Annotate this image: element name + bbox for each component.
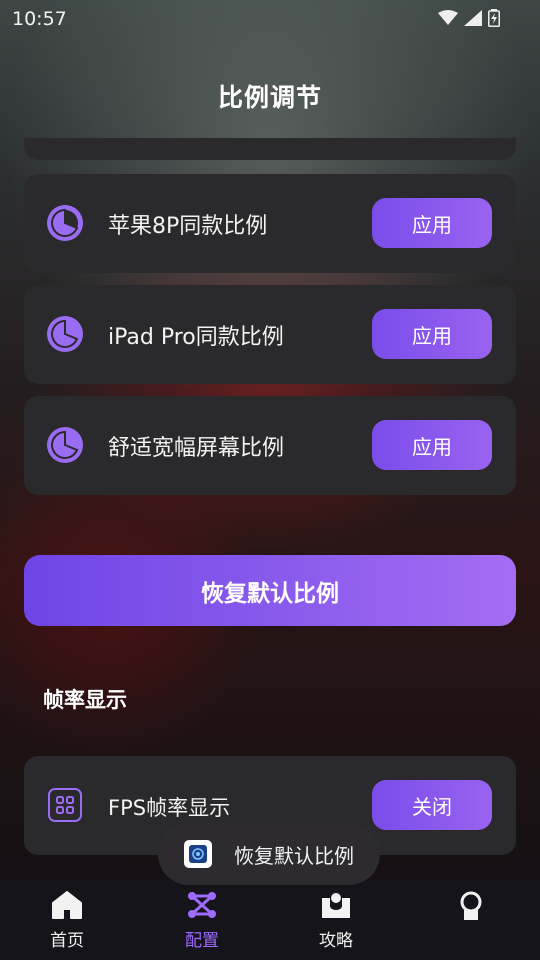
partial-card [24, 138, 516, 160]
status-time: 10:57 [12, 8, 67, 30]
apply-button[interactable]: 应用 [372, 309, 492, 359]
fps-close-button[interactable]: 关闭 [372, 780, 492, 830]
fps-label: FPS帧率显示 [108, 796, 231, 820]
apply-button[interactable]: 应用 [372, 420, 492, 470]
config-icon [188, 892, 216, 918]
ratio-card-ipadpro: iPad Pro同款比例 应用 [24, 285, 516, 384]
nav-item-guide[interactable]: 攻略 [291, 890, 381, 951]
guide-icon [322, 892, 350, 918]
wifi-icon [438, 10, 458, 25]
ratio-card-widescreen: 舒适宽幅屏幕比例 应用 [24, 396, 516, 495]
toast: 恢复默认比例 [158, 823, 380, 885]
profile-icon [460, 891, 482, 920]
nav-item-profile[interactable] [426, 890, 516, 926]
toast-text: 恢复默认比例 [234, 843, 354, 868]
nav-label: 首页 [50, 931, 84, 951]
ratio-label: 舒适宽幅屏幕比例 [108, 436, 285, 461]
pie-chart-icon [47, 205, 83, 241]
pie-chart-icon [47, 316, 83, 352]
ratio-label: 苹果8P同款比例 [108, 214, 268, 239]
app-logo-icon [184, 840, 212, 868]
bottom-nav: 首页 配置 攻略 [0, 880, 540, 960]
grid-icon [48, 788, 82, 822]
status-bar: 10:57 [0, 0, 540, 36]
section-title-fps: 帧率显示 [43, 688, 127, 712]
signal-icon [464, 10, 482, 26]
restore-default-button[interactable]: 恢复默认比例 [24, 555, 516, 626]
battery-icon [488, 9, 500, 27]
apply-button[interactable]: 应用 [372, 198, 492, 248]
home-icon [52, 891, 82, 919]
nav-item-config[interactable]: 配置 [157, 890, 247, 951]
pie-chart-icon [47, 427, 83, 463]
page-title: 比例调节 [217, 83, 322, 112]
ratio-label: iPad Pro同款比例 [108, 325, 284, 350]
nav-item-home[interactable]: 首页 [22, 890, 112, 951]
ratio-card-iphone8p: 苹果8P同款比例 应用 [24, 174, 516, 273]
status-icons [438, 9, 500, 27]
nav-label: 配置 [185, 931, 219, 951]
nav-label: 攻略 [319, 931, 353, 951]
